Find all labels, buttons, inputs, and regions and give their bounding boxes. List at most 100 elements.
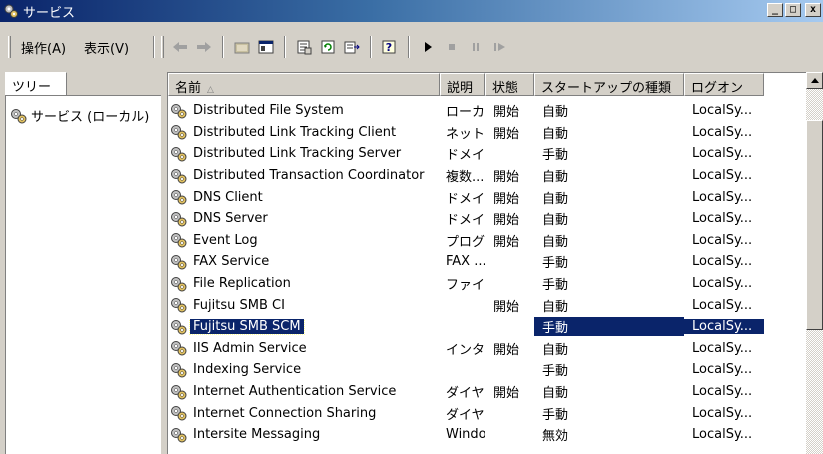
service-name: Distributed File System xyxy=(193,103,344,119)
service-description: ファイ... xyxy=(446,278,485,294)
service-startup-type: 自動 xyxy=(542,105,569,121)
maximize-button[interactable]: □ xyxy=(785,3,801,17)
service-logon: LocalSy... xyxy=(692,297,753,313)
start-service-button[interactable] xyxy=(416,36,440,58)
service-row[interactable]: FAX Service FAX ... 手動 LocalSy... xyxy=(168,251,804,273)
service-name: Internet Authentication Service xyxy=(193,384,397,400)
export-list-button[interactable] xyxy=(340,36,364,58)
service-description: Windo... xyxy=(446,427,485,443)
service-state: 開始 xyxy=(493,126,520,142)
service-name-cell: Fujitsu SMB CI xyxy=(168,297,440,313)
minimize-button[interactable]: _ xyxy=(767,3,783,17)
column-header-startup[interactable]: スタートアップの種類 xyxy=(534,73,684,96)
up-folder-button[interactable] xyxy=(230,36,254,58)
service-gear-icon xyxy=(171,190,187,205)
menu-action[interactable]: 操作(A) xyxy=(15,36,72,59)
refresh-icon xyxy=(321,40,335,54)
service-state: 開始 xyxy=(493,170,520,186)
service-gear-icon xyxy=(171,254,187,270)
column-header-description[interactable]: 説明 xyxy=(440,73,485,96)
service-name-cell: Indexing Service xyxy=(168,362,440,378)
back-icon xyxy=(173,42,188,52)
service-name-cell: Distributed Link Tracking Client xyxy=(168,124,440,140)
service-name: Distributed Transaction Coordinator xyxy=(193,168,425,184)
service-logon: LocalSy... xyxy=(692,232,753,248)
toolbar-grip[interactable] xyxy=(161,36,165,58)
service-gear-icon xyxy=(171,341,187,356)
tree-node-services-local[interactable]: サービス (ローカル) xyxy=(10,106,149,125)
service-name: IIS Admin Service xyxy=(193,340,307,356)
service-state: 開始 xyxy=(493,105,520,121)
service-row[interactable]: Fujitsu SMB CI 開始 自動 LocalSy... xyxy=(168,294,804,316)
service-logon: LocalSy... xyxy=(692,211,753,227)
service-logon: LocalSy... xyxy=(692,340,753,356)
scroll-thumb[interactable] xyxy=(806,120,823,330)
service-startup-type: 自動 xyxy=(542,299,569,315)
column-header-name[interactable]: 名前 △ xyxy=(168,73,440,96)
service-description: 複数... xyxy=(446,170,485,186)
service-startup-type: 手動 xyxy=(534,317,684,337)
forward-button[interactable] xyxy=(192,36,216,58)
service-row[interactable]: Internet Authentication Service ダイヤ... 開始 自… xyxy=(168,381,804,403)
service-name-cell: Event Log xyxy=(168,232,440,248)
service-row[interactable]: Internet Connection Sharing ダイヤ... 手動 Local… xyxy=(168,402,804,424)
service-row[interactable]: IIS Admin Service インタ... 開始 自動 LocalSy... xyxy=(168,338,804,360)
service-name: Event Log xyxy=(193,232,258,248)
service-description: ネット... xyxy=(446,126,485,142)
service-row[interactable]: Distributed Link Tracking Client ネット... 開始… xyxy=(168,122,804,144)
service-row[interactable]: Intersite Messaging Windo... 無効 LocalSy... xyxy=(168,424,804,446)
service-name: Distributed Link Tracking Server xyxy=(193,146,402,162)
close-button[interactable]: x xyxy=(805,3,821,17)
up-folder-icon xyxy=(234,42,250,54)
help-button[interactable]: ? xyxy=(378,36,402,58)
service-state: 開始 xyxy=(493,342,520,358)
service-name-cell: File Replication xyxy=(168,276,440,292)
title-bar[interactable]: サービス _ □ x xyxy=(0,0,823,22)
window-title: サービス xyxy=(23,5,76,21)
service-startup-type: 手動 xyxy=(542,278,569,294)
pause-service-button[interactable] xyxy=(464,36,488,58)
service-description: インタ... xyxy=(446,342,485,358)
service-row[interactable]: DNS Server ドメイ... 開始 自動 LocalSy... xyxy=(168,208,804,230)
svg-text:?: ? xyxy=(386,41,392,54)
toolbar-grip[interactable] xyxy=(8,36,11,58)
service-row[interactable]: DNS Client ドメイ... 開始 自動 LocalSy... xyxy=(168,186,804,208)
service-row[interactable]: Distributed Transaction Coordinator 複数...… xyxy=(168,165,804,187)
service-row[interactable]: Indexing Service 手動 LocalSy... xyxy=(168,359,804,381)
service-logon: LocalSy... xyxy=(692,103,753,119)
service-row[interactable]: Distributed File System ローカ... 開始 自動 LocalSy… xyxy=(168,100,804,122)
service-gear-icon xyxy=(171,125,187,140)
service-row[interactable]: Event Log プログ... 開始 自動 LocalSy... xyxy=(168,230,804,252)
scroll-up-button[interactable] xyxy=(806,72,823,89)
service-gear-icon xyxy=(171,427,187,443)
tree-node-label: サービス (ローカル) xyxy=(31,110,150,125)
service-name: Internet Connection Sharing xyxy=(193,405,377,421)
services-gear-icon xyxy=(11,108,27,123)
service-startup-type: 自動 xyxy=(542,342,569,358)
service-startup-type: 自動 xyxy=(542,191,569,207)
service-logon: LocalSy... xyxy=(692,168,753,184)
stop-service-button[interactable] xyxy=(440,36,464,58)
service-row[interactable]: Distributed Link Tracking Server ドメイ... 手動… xyxy=(168,143,804,165)
resume-service-button[interactable] xyxy=(488,36,512,58)
service-description: ドメイ... xyxy=(446,148,485,164)
service-name-cell: DNS Server xyxy=(168,211,440,227)
show-hide-tree-button[interactable] xyxy=(254,36,278,58)
service-row[interactable]: Fujitsu SMB SCM 手動 LocalSy... xyxy=(168,316,804,338)
tree-tab[interactable]: ツリー xyxy=(5,72,67,95)
service-description: ダイヤ... xyxy=(446,386,485,402)
service-name-cell: Internet Authentication Service xyxy=(168,384,440,400)
service-name: DNS Client xyxy=(193,189,263,205)
properties-button[interactable] xyxy=(292,36,316,58)
service-startup-type: 手動 xyxy=(542,364,569,380)
service-row[interactable]: File Replication ファイ... 手動 LocalSy... xyxy=(168,273,804,295)
back-button[interactable] xyxy=(168,36,192,58)
column-header-state[interactable]: 状態 xyxy=(485,73,534,96)
column-header-logon[interactable]: ログオン xyxy=(684,73,764,96)
menu-view[interactable]: 表示(V) xyxy=(78,36,135,59)
refresh-button[interactable] xyxy=(316,36,340,58)
vertical-scrollbar[interactable] xyxy=(806,72,823,454)
toolbar-separator xyxy=(222,36,225,58)
service-logon: LocalSy... xyxy=(692,146,753,162)
service-list: 名前 △ 説明 状態 スタートアップの種類 ログオン Distributed Fi… xyxy=(167,72,823,454)
